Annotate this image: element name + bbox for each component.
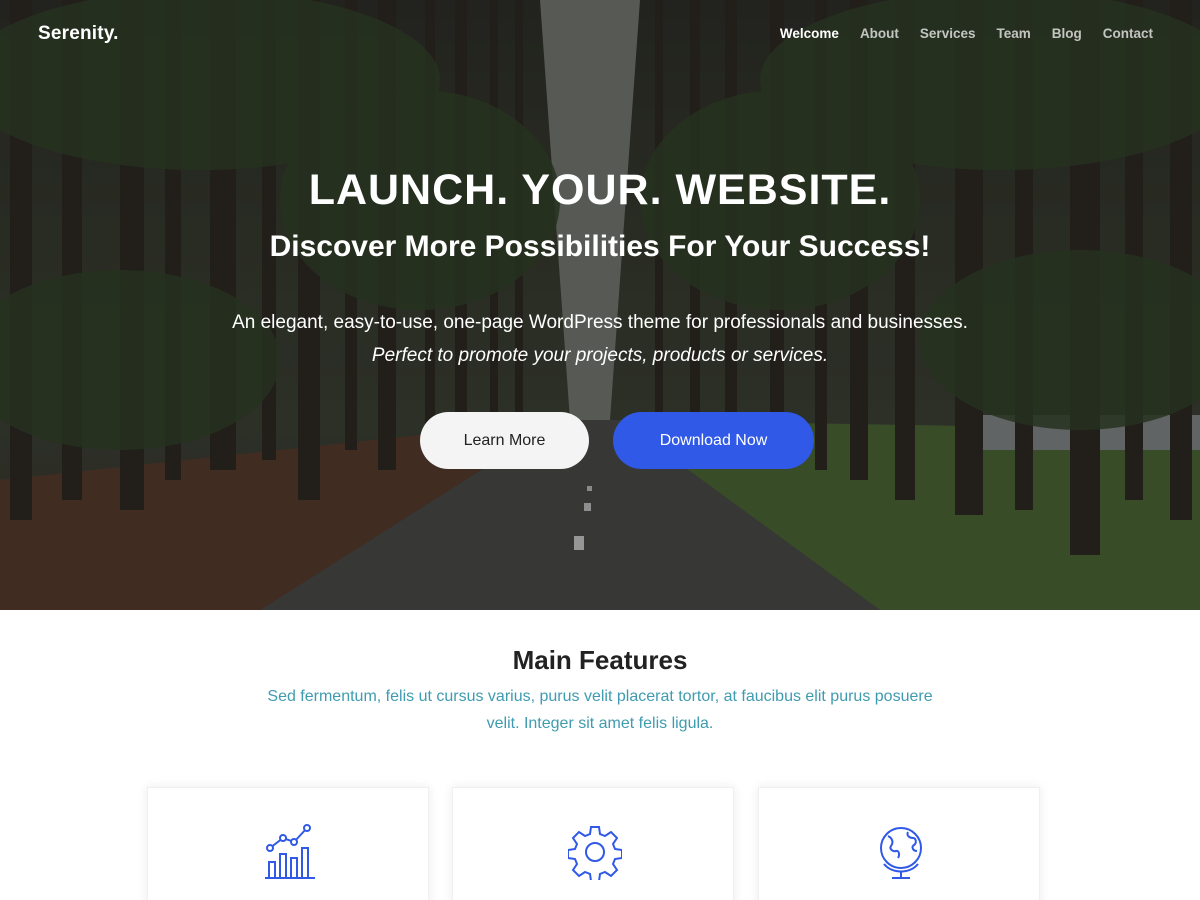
features-title: Main Features xyxy=(512,645,688,675)
hero-overlay xyxy=(0,0,1200,610)
hero-headline: LAUNCH. YOUR. WEBSITE. xyxy=(308,166,892,214)
nav-item-welcome[interactable]: Welcome xyxy=(780,26,839,41)
top-navigation: Serenity. Welcome About Services Team Bl… xyxy=(0,0,1200,70)
gear-icon xyxy=(568,826,622,880)
nav-item-contact[interactable]: Contact xyxy=(1103,26,1153,41)
hero-tagline: Perfect to promote your projects, produc… xyxy=(371,345,829,366)
globe-icon xyxy=(880,827,922,879)
nav-item-services[interactable]: Services xyxy=(920,26,976,41)
learn-more-button[interactable]: Learn More xyxy=(420,412,589,469)
hero-subheadline: Discover More Possibilities For Your Suc… xyxy=(269,230,931,263)
brand-logo[interactable]: Serenity. xyxy=(38,23,119,45)
download-now-button[interactable]: Download Now xyxy=(613,412,814,469)
nav-item-blog[interactable]: Blog xyxy=(1052,26,1082,41)
chart-icon xyxy=(265,824,315,879)
feature-card-2 xyxy=(452,787,734,900)
hero-section: Serenity. Welcome About Services Team Bl… xyxy=(0,0,1200,610)
main-menu: Welcome About Services Team Blog Contact xyxy=(780,26,1153,41)
nav-item-about[interactable]: About xyxy=(860,26,899,41)
feature-card-1 xyxy=(147,787,429,900)
nav-item-team[interactable]: Team xyxy=(996,26,1030,41)
feature-card-3 xyxy=(758,787,1040,900)
hero-description: An elegant, easy-to-use, one-page WordPr… xyxy=(232,312,968,333)
features-description: Sed fermentum, felis ut cursus varius, p… xyxy=(267,688,933,732)
